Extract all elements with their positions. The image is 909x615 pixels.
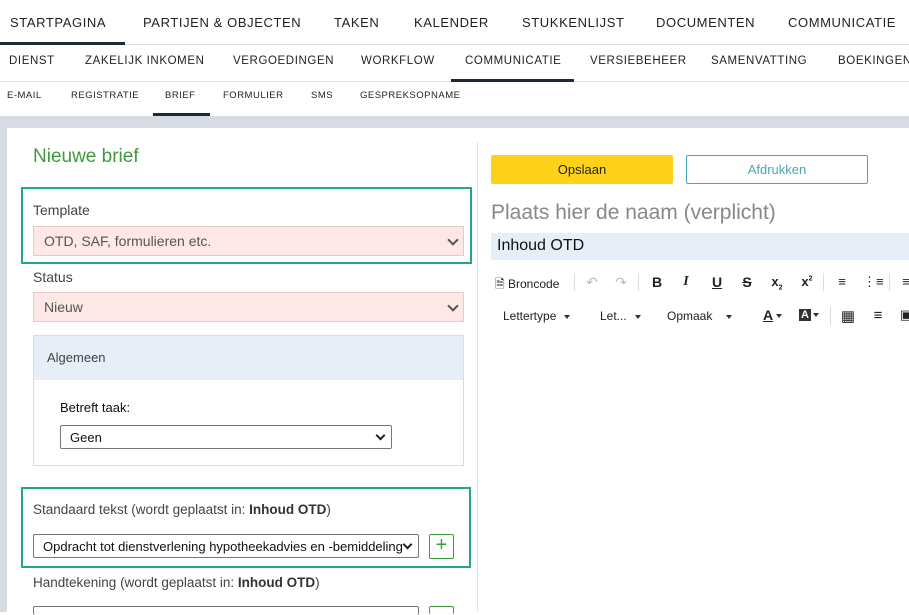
subnav-dienst[interactable]: DIENST: [9, 55, 55, 67]
main-navigation: STARTPAGINA PARTIJEN & OBJECTEN TAKEN KA…: [0, 0, 909, 45]
content-background: [0, 116, 909, 128]
tab-e-mail[interactable]: E-MAIL: [7, 90, 42, 101]
redo-icon[interactable]: ↷: [612, 274, 630, 291]
caret-down-icon: [812, 312, 819, 317]
template-select-value: OTD, SAF, formulieren etc.: [44, 233, 212, 249]
nav-kalender[interactable]: KALENDER: [414, 15, 489, 30]
source-icon: 🗎: [495, 277, 505, 291]
tertiary-navigation: E-MAIL REGISTRATIE BRIEF FORMULIER SMS G…: [0, 82, 909, 116]
content-section-title: Inhoud OTD: [491, 233, 909, 260]
toolbar-separator: [889, 273, 890, 291]
horizontal-line-icon[interactable]: ≡: [869, 307, 887, 324]
status-select[interactable]: Nieuw: [33, 292, 464, 322]
chevron-down-icon: [402, 539, 413, 550]
italic-icon[interactable]: I: [677, 274, 695, 290]
signature-label: Handtekening (wordt geplaatst in: Inhoud…: [33, 575, 320, 590]
document-name-input[interactable]: Plaats hier de naam (verplicht): [491, 201, 776, 225]
task-select-value: Geen: [70, 430, 102, 445]
subscript-icon[interactable]: x2: [768, 274, 786, 292]
toolbar-separator: [830, 307, 831, 325]
subnav-workflow[interactable]: WORKFLOW: [361, 55, 435, 67]
toolbar-separator: [823, 273, 824, 291]
caret-down-icon: [776, 314, 783, 319]
signature-select[interactable]: [33, 606, 419, 615]
subnav-communicatie[interactable]: COMMUNICATIE: [465, 55, 561, 67]
subnav-boekingen[interactable]: BOEKINGEN: [838, 55, 909, 67]
numbered-list-icon[interactable]: ≡: [833, 274, 851, 289]
signature-target: Inhoud OTD: [237, 575, 316, 590]
general-card-header: Algemeen: [34, 336, 463, 380]
nav-stukkenlijst[interactable]: STUKKENLIJST: [522, 15, 625, 30]
status-label: Status: [33, 269, 73, 285]
status-select-value: Nieuw: [44, 299, 83, 315]
chevron-down-icon: [447, 234, 459, 246]
save-button[interactable]: Opslaan: [491, 155, 673, 184]
format-label: Opmaak: [667, 309, 713, 323]
strikethrough-icon[interactable]: S: [738, 274, 756, 290]
nav-partijen-objecten[interactable]: PARTIJEN & OBJECTEN: [143, 15, 301, 30]
undo-icon[interactable]: ↶: [583, 274, 601, 291]
image-icon[interactable]: ▣: [897, 307, 909, 323]
add-signature-button[interactable]: [429, 606, 454, 614]
subnav-samenvatting[interactable]: SAMENVATTING: [711, 55, 807, 67]
tab-formulier[interactable]: FORMULIER: [223, 90, 283, 101]
caret-down-icon: [634, 314, 641, 319]
add-standard-text-button[interactable]: +: [429, 534, 454, 559]
signature-label-close: ): [315, 575, 320, 590]
tab-sms[interactable]: SMS: [311, 90, 333, 101]
bold-icon[interactable]: B: [648, 274, 666, 290]
toolbar-separator: [574, 273, 575, 291]
tab-gespreksopname[interactable]: GESPREKSOPNAME: [360, 90, 460, 101]
superscript-icon[interactable]: x2: [798, 274, 816, 289]
format-dropdown[interactable]: Opmaak: [667, 309, 733, 323]
general-card: Algemeen Betreft taak: Geen: [33, 335, 464, 466]
nav-taken[interactable]: TAKEN: [334, 15, 379, 30]
nav-documenten[interactable]: DOCUMENTEN: [656, 15, 755, 30]
content-background-left: [0, 116, 7, 612]
nav-communicatie[interactable]: COMMUNICATIE: [788, 15, 896, 30]
standard-text-label: Standaard tekst (wordt geplaatst in: Inh…: [33, 502, 331, 517]
caret-down-icon: [564, 314, 571, 319]
standard-text-label-close: ): [326, 502, 331, 517]
subnav-versiebeheer[interactable]: VERSIEBEHEER: [590, 55, 687, 67]
standard-text-select-value: Opdracht tot dienstverlening hypotheekad…: [43, 539, 403, 554]
toolbar-separator: [638, 273, 639, 291]
table-icon[interactable]: ▦: [839, 307, 857, 325]
standard-text-label-text: Standaard tekst (wordt geplaatst in:: [33, 502, 250, 517]
background-color-icon: A: [799, 309, 811, 321]
standard-text-select[interactable]: Opdracht tot dienstverlening hypotheekad…: [33, 534, 419, 558]
task-select[interactable]: Geen: [60, 425, 392, 449]
underline-icon[interactable]: U: [708, 274, 726, 290]
task-label: Betreft taak:: [60, 400, 131, 415]
standard-text-target: Inhoud OTD: [249, 502, 327, 517]
column-divider: [477, 142, 478, 612]
nav-startpagina[interactable]: STARTPAGINA: [10, 15, 106, 30]
page-title: Nieuwe brief: [33, 146, 139, 167]
font-size-dropdown[interactable]: Let...: [600, 309, 641, 323]
font-family-label: Lettertype: [503, 309, 557, 323]
font-family-dropdown[interactable]: Lettertype: [503, 309, 571, 323]
text-color-icon: A: [763, 307, 774, 323]
sub-navigation: DIENST ZAKELIJK INKOMEN VERGOEDINGEN WOR…: [0, 45, 909, 82]
subnav-vergoedingen[interactable]: VERGOEDINGEN: [233, 55, 334, 67]
font-size-label: Let...: [600, 309, 627, 323]
chevron-down-icon: [375, 430, 386, 441]
template-select[interactable]: OTD, SAF, formulieren etc.: [33, 226, 464, 256]
source-button[interactable]: 🗎 Broncode: [495, 275, 559, 296]
signature-label-text: Handtekening (wordt geplaatst in:: [33, 575, 238, 590]
bulleted-list-icon[interactable]: ⋮≡: [863, 274, 884, 290]
caret-down-icon: [726, 314, 733, 319]
template-label: Template: [33, 202, 90, 218]
subnav-zakelijk-inkomen[interactable]: ZAKELIJK INKOMEN: [85, 55, 205, 67]
background-color-button[interactable]: A: [799, 307, 819, 321]
align-icon[interactable]: ≡: [897, 274, 909, 289]
source-label: Broncode: [508, 277, 560, 291]
print-button[interactable]: Afdrukken: [686, 155, 868, 184]
tab-brief[interactable]: BRIEF: [165, 90, 195, 101]
chevron-down-icon: [447, 300, 459, 312]
tab-registratie[interactable]: REGISTRATIE: [71, 90, 139, 101]
text-color-button[interactable]: A: [763, 307, 783, 323]
